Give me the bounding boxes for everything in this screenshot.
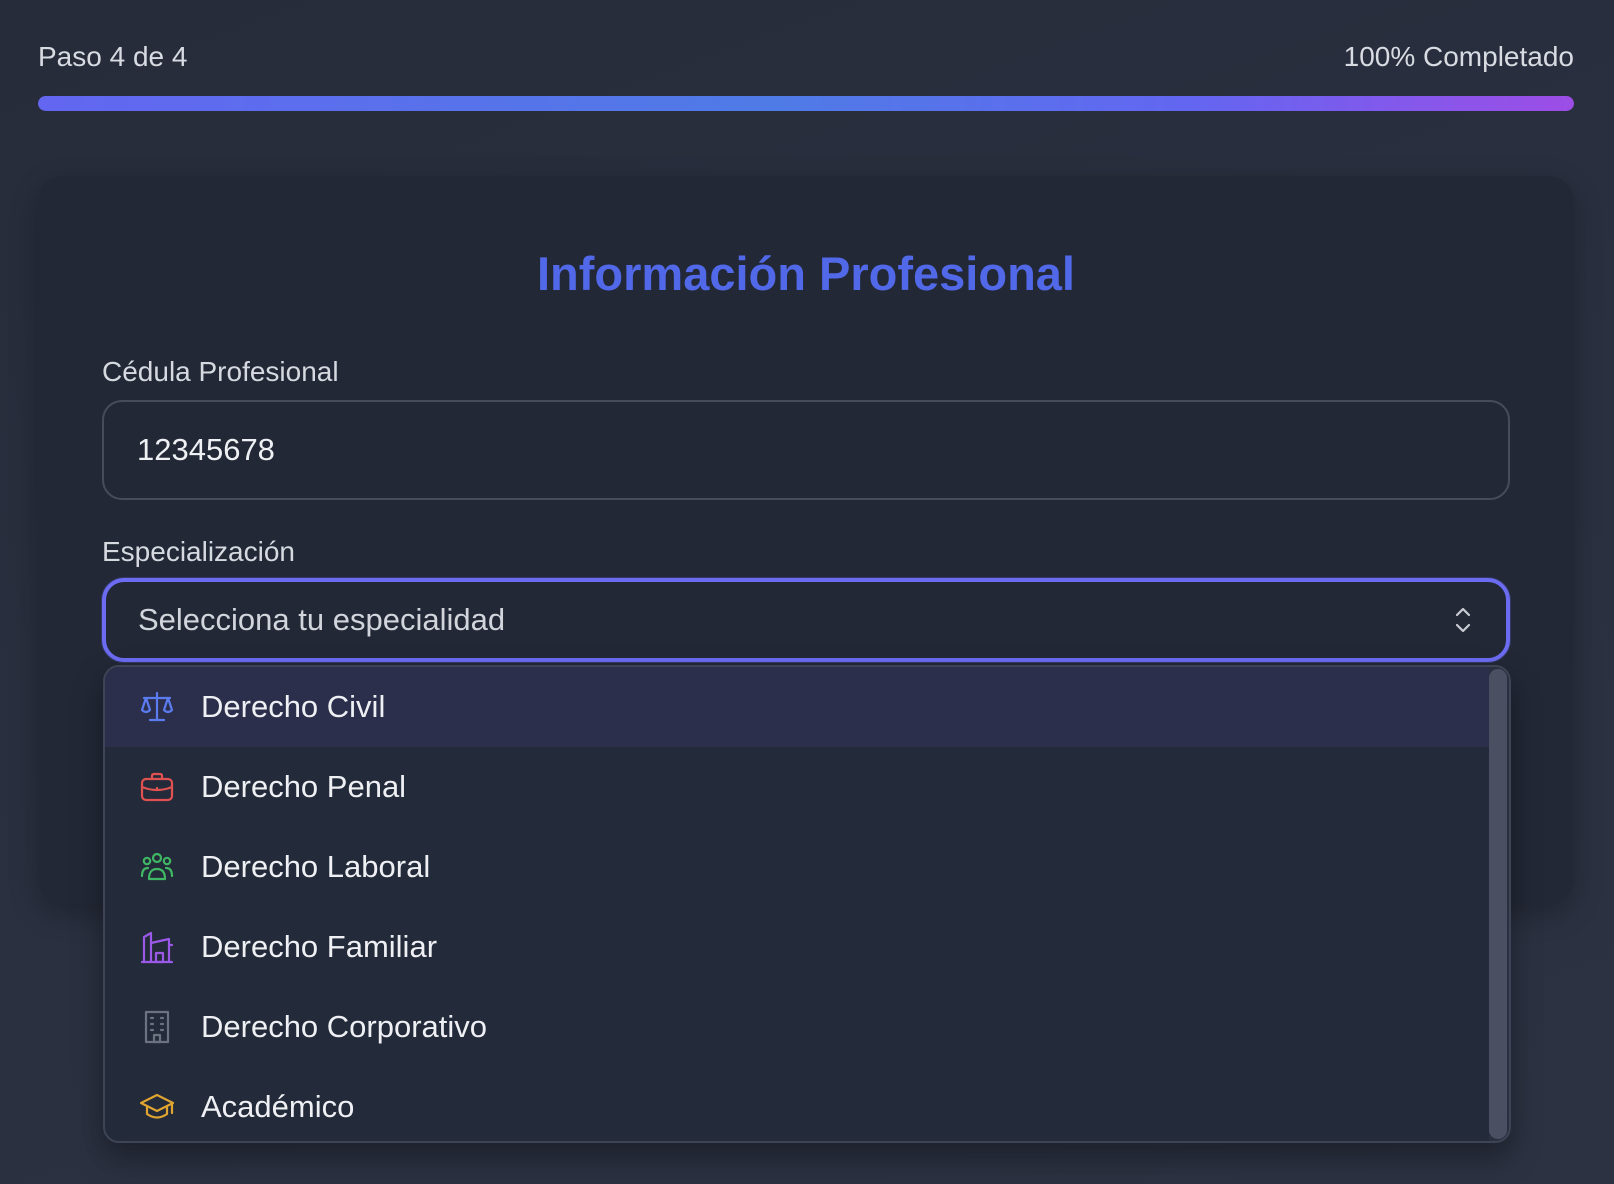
cedula-value: 12345678 <box>137 432 275 467</box>
cedula-label: Cédula Profesional <box>102 356 339 387</box>
option-derecho-corporativo[interactable]: Derecho Corporativo <box>105 987 1491 1067</box>
briefcase-icon <box>139 769 175 805</box>
progress-bar <box>38 96 1574 111</box>
especializacion-dropdown: Derecho Civil Derecho Penal Derecho Labo <box>103 665 1511 1143</box>
scale-icon <box>139 689 175 725</box>
progress-fill <box>38 96 1574 111</box>
card-title: Información Profesional <box>537 247 1075 300</box>
option-derecho-laboral[interactable]: Derecho Laboral <box>105 827 1491 907</box>
home-icon <box>139 929 175 965</box>
especializacion-label: Especialización <box>102 536 295 567</box>
building-icon <box>139 1009 175 1045</box>
users-icon <box>139 849 175 885</box>
option-label: Derecho Laboral <box>201 849 431 884</box>
especializacion-select[interactable]: Selecciona tu especialidad <box>102 578 1510 662</box>
option-label: Derecho Civil <box>201 689 386 724</box>
progress-header: Paso 4 de 4 100% Completado <box>38 40 1574 74</box>
step-indicator: Paso 4 de 4 <box>38 41 188 72</box>
option-label: Derecho Familiar <box>201 929 438 964</box>
select-placeholder: Selecciona tu especialidad <box>138 602 506 637</box>
option-derecho-familiar[interactable]: Derecho Familiar <box>105 907 1491 987</box>
option-label: Derecho Penal <box>201 769 407 804</box>
scrollbar-thumb[interactable] <box>1489 669 1507 1139</box>
chevron-up-down-icon <box>1452 604 1474 636</box>
option-derecho-civil[interactable]: Derecho Civil <box>105 667 1491 747</box>
option-academico[interactable]: Académico <box>105 1067 1491 1141</box>
progress-percent: 100% Completado <box>1343 41 1574 72</box>
dropdown-scrollbar[interactable] <box>1489 667 1509 1141</box>
graduation-cap-icon <box>139 1089 175 1125</box>
option-label: Derecho Corporativo <box>201 1009 488 1044</box>
option-derecho-penal[interactable]: Derecho Penal <box>105 747 1491 827</box>
option-label: Académico <box>201 1089 355 1124</box>
cedula-input[interactable]: 12345678 <box>102 400 1510 500</box>
